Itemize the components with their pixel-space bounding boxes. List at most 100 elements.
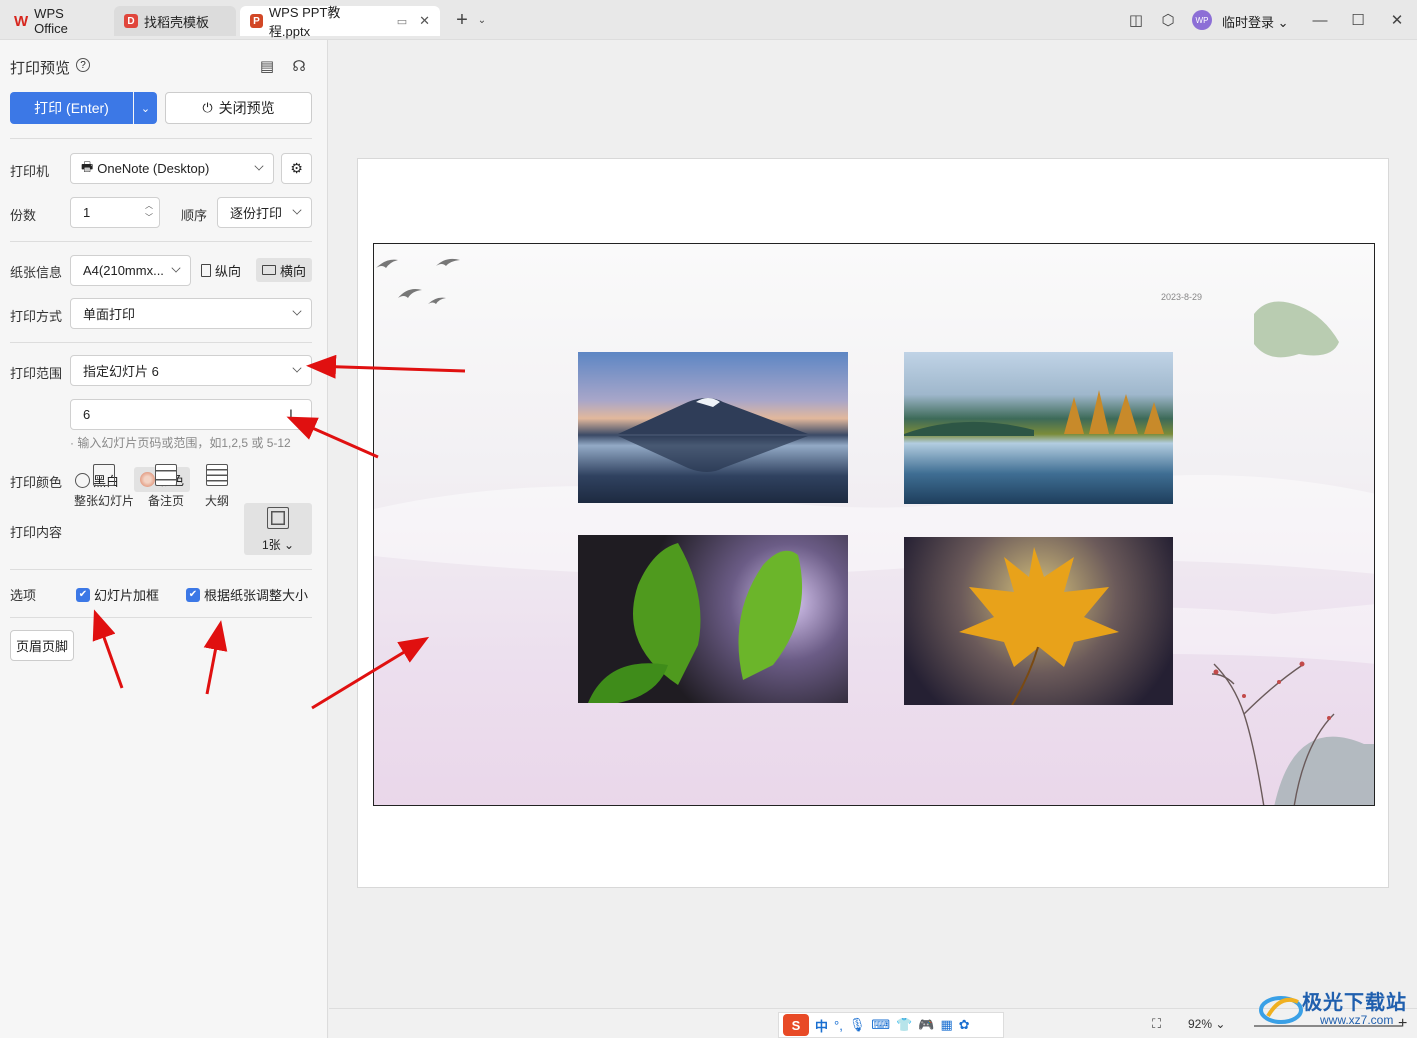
panel-layout-icon[interactable]: ▤: [258, 56, 276, 76]
watermark-logo-icon: [1259, 996, 1303, 1024]
gamepad-icon[interactable]: 🎮: [918, 1017, 934, 1033]
birds-icon: [376, 258, 460, 304]
copies-label: 份数: [10, 208, 37, 223]
close-tab-icon[interactable]: ✕: [419, 13, 430, 29]
chevron-down-icon: [171, 263, 181, 273]
help-icon[interactable]: ?: [76, 58, 90, 72]
close-window-icon[interactable]: ✕: [1387, 10, 1407, 30]
print-button-label: 打印 (Enter): [34, 100, 109, 116]
forest-lake-photo: [904, 352, 1173, 504]
headset-icon[interactable]: ☊: [290, 56, 308, 76]
range-hint: · 输入幻灯片页码或范围，如1,2,5 或 5-12: [70, 436, 291, 450]
landscape-label: 横向: [279, 263, 306, 279]
gear-icon: ⚙: [290, 160, 303, 176]
copies-stepper[interactable]: 1 ︿ ﹀: [70, 197, 160, 228]
portrait-label: 纵向: [215, 263, 242, 279]
per-page-label: 1张 ⌄: [261, 538, 295, 552]
slide-range-input[interactable]: 6 I: [70, 399, 312, 430]
fit-to-paper-label: 根据纸张调整大小: [204, 588, 309, 603]
maple-icon: [959, 547, 1119, 705]
header-footer-label: 页眉页脚: [15, 639, 68, 654]
content-per-page[interactable]: 1张 ⌄: [244, 503, 312, 555]
docer-icon: D: [124, 14, 138, 28]
stepper-arrows-icon[interactable]: ︿ ﹀: [145, 200, 153, 224]
tab-label: 找稻壳模板: [144, 14, 210, 30]
maple-leaf-photo: [904, 537, 1173, 705]
print-mode-select[interactable]: 单面打印: [70, 298, 312, 329]
mode-label: 打印方式: [10, 309, 63, 324]
slide-date: 2023-8-29: [1161, 292, 1203, 302]
sogou-logo-icon: S: [783, 1014, 809, 1036]
portrait-option[interactable]: 纵向: [201, 259, 241, 281]
printer-select[interactable]: 🖶 OneNote (Desktop): [70, 153, 274, 184]
close-preview-button[interactable]: ⏻ 关闭预览: [165, 92, 312, 124]
print-range-value: 指定幻灯片 6: [83, 364, 159, 379]
fit-screen-icon[interactable]: ⛶: [1152, 1016, 1161, 1032]
panel-title: 打印预览: [10, 57, 70, 78]
microphone-icon[interactable]: 🎙: [849, 1017, 866, 1033]
chevron-down-icon: [292, 306, 302, 316]
order-label: 顺序: [181, 208, 208, 223]
mountain-icon: [618, 398, 808, 472]
full-slide-icon: [93, 464, 115, 486]
order-select[interactable]: 逐份打印: [217, 197, 312, 228]
keyboard-icon[interactable]: ⌨: [871, 1017, 890, 1033]
print-preview-page: 2023-8-29: [357, 158, 1389, 888]
cube-icon[interactable]: ⬡: [1158, 10, 1178, 30]
print-range-select[interactable]: 指定幻灯片 6: [70, 355, 312, 386]
maximize-icon[interactable]: ☐: [1348, 10, 1368, 30]
divider: [10, 241, 312, 242]
tab-wps-office[interactable]: W WPS Office: [4, 6, 110, 36]
ime-language[interactable]: 中: [815, 1016, 828, 1035]
cloud-icon: [1254, 301, 1339, 358]
divider: [10, 569, 312, 570]
one-per-page-icon: [267, 507, 289, 529]
portrait-icon: [201, 263, 211, 277]
apps-grid-icon[interactable]: ▦: [940, 1017, 952, 1033]
wps-logo-icon: W: [14, 12, 29, 30]
print-options-dropdown[interactable]: ⌄: [134, 92, 157, 124]
title-bar: W WPS Office D 找稻壳模板 P WPS PPT教程.pptx ▭ …: [0, 0, 1417, 40]
header-footer-button[interactable]: 页眉页脚: [10, 630, 74, 661]
printer-label: 打印机: [10, 164, 50, 179]
fit-to-paper-checkbox[interactable]: ✔ 根据纸张调整大小: [186, 585, 308, 604]
settings-icon[interactable]: ✿: [959, 1017, 970, 1033]
text-cursor-icon: I: [289, 406, 293, 422]
watermark-url: www.xz7.com: [1320, 1013, 1394, 1027]
content-full-slide[interactable]: 整张幻灯片: [73, 464, 135, 516]
print-mode-value: 单面打印: [83, 307, 136, 322]
screen-icon[interactable]: ▭: [397, 15, 407, 28]
ime-toolbar[interactable]: S 中 °, 🎙 ⌨ 👕 🎮 ▦ ✿: [778, 1012, 1004, 1038]
login-button[interactable]: 临时登录 ⌄: [1222, 12, 1289, 31]
avatar[interactable]: WP: [1192, 10, 1212, 30]
new-tab-icon[interactable]: +: [452, 9, 472, 31]
power-icon: ⏻: [202, 100, 213, 115]
tab-docer[interactable]: D 找稻壳模板: [114, 6, 236, 36]
divider: [10, 138, 312, 139]
tab-label: WPS Office: [34, 6, 68, 36]
content-item-label: 整张幻灯片: [73, 494, 134, 508]
layout-icon[interactable]: ◫: [1126, 10, 1146, 30]
content-outline[interactable]: 大纲: [186, 464, 248, 516]
divider: [10, 342, 312, 343]
shirt-icon[interactable]: 👕: [896, 1017, 912, 1033]
content-item-label: 备注页: [147, 494, 184, 508]
chevron-down-icon[interactable]: ⌄: [476, 10, 488, 30]
slide-preview: 2023-8-29: [373, 243, 1375, 806]
minimize-icon[interactable]: —: [1310, 10, 1330, 30]
printer-settings-button[interactable]: ⚙: [281, 153, 312, 184]
paper-select[interactable]: A4(210mmx...: [70, 255, 191, 286]
print-button[interactable]: 打印 (Enter): [10, 92, 133, 124]
content-item-label: 大纲: [204, 494, 229, 508]
landscape-option[interactable]: 横向: [256, 258, 312, 282]
punctuation-icon[interactable]: °,: [834, 1018, 843, 1033]
checkmark-icon: ✔: [186, 587, 200, 602]
zoom-level[interactable]: 92% ⌄: [1188, 1017, 1225, 1031]
chevron-down-icon: ⌄: [140, 102, 151, 115]
printer-value: OneNote (Desktop): [97, 161, 210, 176]
avatar-text: WP: [1195, 15, 1209, 25]
tab-ppt[interactable]: P WPS PPT教程.pptx ▭ ✕: [240, 5, 440, 39]
frame-slides-checkbox[interactable]: ✔ 幻灯片加框: [76, 585, 159, 604]
slide-decoration: [374, 258, 1374, 805]
options-label: 选项: [10, 588, 37, 603]
